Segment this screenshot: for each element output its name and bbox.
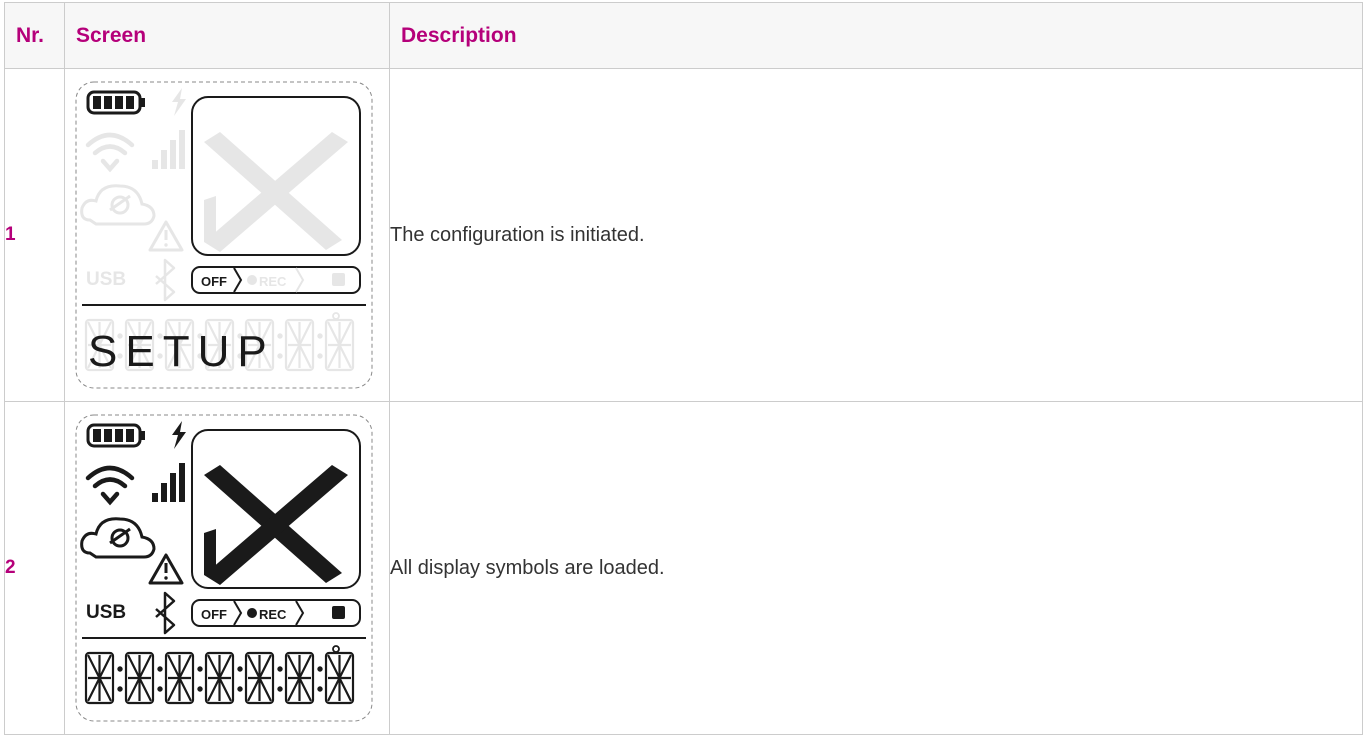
bluetooth-icon <box>155 258 176 302</box>
status-separator <box>295 600 305 626</box>
status-off-label: OFF <box>201 607 227 622</box>
status-separator <box>233 267 243 293</box>
lcd-display-setup: USB OFF REC SETUP <box>75 81 373 389</box>
header-description: Description <box>389 2 1363 69</box>
bluetooth-icon <box>155 591 176 635</box>
header-screen: Screen <box>64 2 390 69</box>
battery-icon <box>86 423 145 448</box>
symbols-table: Nr. Screen Description 1 USB OFF REC SETUP … <box>4 2 1363 735</box>
status-rec-label: REC <box>259 607 287 622</box>
logo-icon <box>204 465 348 585</box>
status-separator <box>295 267 305 293</box>
row-number: 1 <box>4 68 65 402</box>
cloud-icon <box>80 184 156 226</box>
cloud-icon <box>80 517 156 559</box>
row-description: All display symbols are loaded. <box>389 401 1363 735</box>
warning-icon <box>148 553 184 585</box>
record-dot-icon <box>247 608 257 618</box>
lcd-display-all-symbols: USB OFF REC <box>75 414 373 722</box>
status-bar: OFF REC <box>191 599 361 627</box>
signal-icon <box>152 130 185 169</box>
battery-icon <box>86 90 145 115</box>
wifi-icon <box>85 465 135 506</box>
signal-icon <box>152 463 185 502</box>
segment-digits <box>84 651 355 705</box>
status-separator <box>233 600 243 626</box>
segment-text: SETUP <box>88 327 275 376</box>
screen-cell: USB OFF REC SETUP <box>64 68 390 402</box>
charging-icon <box>172 88 186 116</box>
table-row: 2 USB OFF REC All display symbols are load… <box>4 401 1363 735</box>
usb-icon: USB <box>86 602 126 623</box>
logo-icon <box>204 132 348 252</box>
warning-icon <box>148 220 184 252</box>
row-number: 2 <box>4 401 65 735</box>
status-bar: OFF REC <box>191 266 361 294</box>
charging-icon <box>172 421 186 449</box>
status-off-label: OFF <box>201 274 227 289</box>
table-header-row: Nr. Screen Description <box>4 2 1363 69</box>
screen-cell: USB OFF REC <box>64 401 390 735</box>
status-rec-label: REC <box>259 274 287 289</box>
usb-icon: USB <box>86 269 126 290</box>
stop-icon <box>332 606 345 619</box>
wifi-icon <box>85 132 135 173</box>
row-description: The configuration is initiated. <box>389 68 1363 402</box>
table-row: 1 USB OFF REC SETUP The configuration is in… <box>4 68 1363 402</box>
stop-icon <box>332 273 345 286</box>
degree-icon <box>332 645 340 653</box>
header-nr: Nr. <box>4 2 65 69</box>
record-dot-icon <box>247 275 257 285</box>
degree-icon <box>332 312 340 320</box>
